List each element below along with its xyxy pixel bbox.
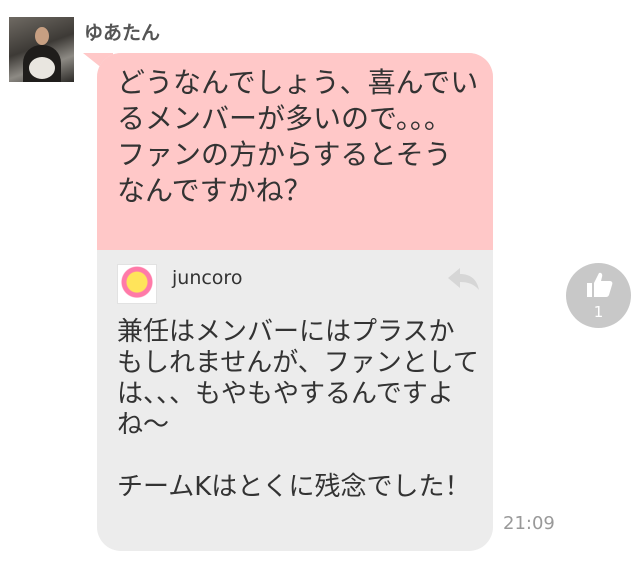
quoted-text: 兼任はメンバーにはプラスかもしれませんが、ファンとしては、、、もやもやするんです… <box>117 317 479 502</box>
message-main-area: どうなんでしょう、喜んでいるメンバーが多いので。。。 ファンの方からするとそうな… <box>97 53 493 250</box>
sender-name: ゆあたん <box>84 22 161 44</box>
like-button[interactable]: 1 <box>566 263 631 328</box>
message-bubble[interactable]: どうなんでしょう、喜んでいるメンバーが多いので。。。 ファンの方からするとそうな… <box>97 53 493 551</box>
message-text: どうなんでしょう、喜んでいるメンバーが多いので。。。 ファンの方からするとそうな… <box>117 66 479 207</box>
avatar-face <box>35 27 49 45</box>
reply-arrow-icon[interactable] <box>446 266 480 294</box>
quoted-author-avatar[interactable] <box>117 264 157 304</box>
avatar-object <box>29 57 55 79</box>
like-count: 1 <box>593 303 604 321</box>
message-timestamp: 21:09 <box>503 513 555 534</box>
thumbs-up-icon <box>587 272 613 297</box>
quoted-author-name[interactable]: juncoro <box>172 267 242 289</box>
sender-avatar[interactable] <box>9 17 74 82</box>
